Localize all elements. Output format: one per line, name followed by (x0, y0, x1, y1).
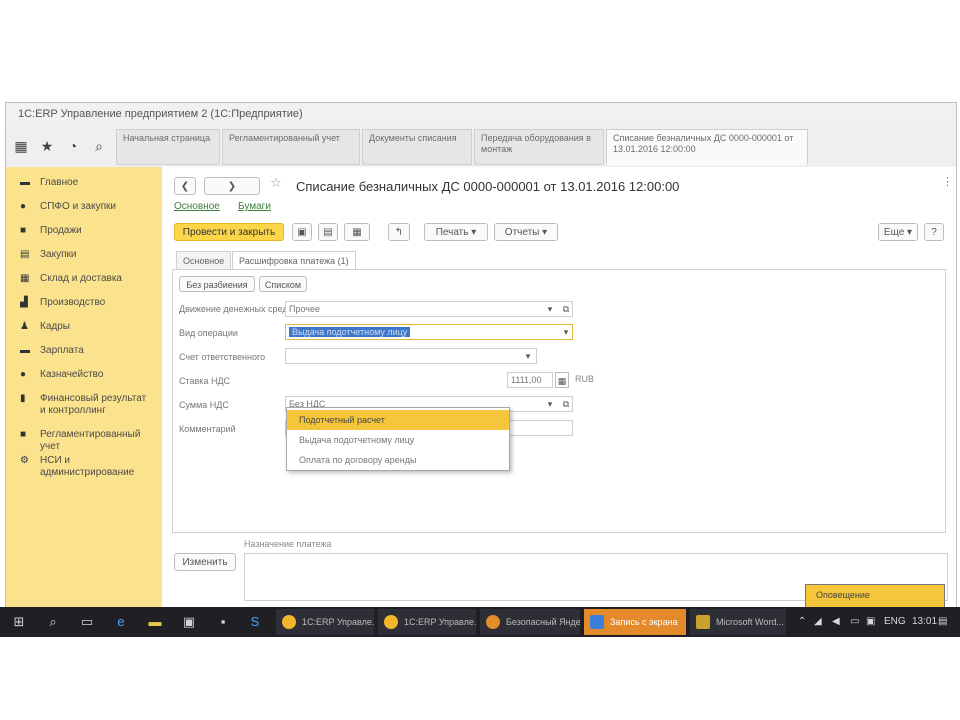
notification-icon[interactable]: ▭ (850, 613, 859, 631)
help-button[interactable]: ? (924, 223, 944, 241)
tax-sum-label: Сумма НДС (179, 400, 229, 410)
taskbar: ⊞ ⌕ ▭ e ▬ ▣ ▪ S 1С:ERP Управле... 1С:ERP… (0, 607, 960, 637)
calculator-icon[interactable]: ▦ (555, 372, 569, 388)
search-icon[interactable]: ⌕ (44, 613, 62, 631)
no-split-button[interactable]: Без разбиения (179, 276, 255, 292)
forward-button[interactable]: ❯ (204, 177, 260, 195)
network-icon[interactable]: ◢ (814, 613, 822, 631)
factory-icon: ▟ (20, 297, 28, 308)
operation-type-dropdown: Подотчетный расчет Выдача подотчетному л… (286, 407, 510, 471)
tax-rate-label: Ставка НДС (179, 376, 231, 386)
link-main[interactable]: Основное (174, 201, 220, 212)
search-icon[interactable]: ⌕ (90, 137, 108, 155)
related-docs-button[interactable]: ↰ (388, 223, 410, 241)
favorite-star-icon[interactable]: ☆ (270, 175, 282, 191)
currency-label: RUB (575, 374, 595, 384)
tab-home[interactable]: Начальная страница (116, 129, 220, 165)
payment-purpose-label: Назначение платежа (244, 539, 332, 549)
taskbar-app-browser[interactable]: Безопасный Яндекс... (480, 609, 580, 635)
menu-icon: ▬ (20, 177, 30, 188)
tab-reg-accounting[interactable]: Регламентированный учет (222, 129, 360, 165)
box-icon: ▦ (20, 273, 30, 284)
app-icon[interactable]: ▪ (214, 613, 232, 631)
circle-icon: ● (20, 201, 27, 212)
cart-icon: ▤ (20, 249, 30, 260)
chevron-down-icon[interactable]: ▾ (559, 324, 573, 340)
language-indicator[interactable]: ENG (884, 613, 906, 631)
reports-button[interactable]: Отчеты ▾ (494, 223, 558, 241)
lock-icon: ■ (20, 225, 27, 236)
more-button[interactable]: Еще ▾ (878, 223, 918, 241)
taskbar-app-1c-2[interactable]: 1С:ERP Управле... (378, 609, 476, 635)
chevron-down-icon[interactable]: ▾ (543, 301, 557, 317)
sidebar: ▬ Главное ● СПФО и закупки ■ Продажи ▤ Закуп… (6, 167, 163, 609)
form-panel: Без разбиения Списком Движение денежных … (172, 269, 946, 533)
gear-icon: ⚙ (20, 455, 29, 466)
flow-label: Движение денежных средств (179, 304, 301, 314)
volume-icon[interactable]: ◀ (832, 613, 840, 631)
chart-icon: ▮ (20, 393, 26, 404)
tab-equipment-transfer[interactable]: Передача оборудования в монтаж (474, 129, 604, 165)
tray-app-icon[interactable]: ▣ (866, 613, 875, 631)
amount-field[interactable]: 1111,00 (507, 372, 553, 388)
save-button[interactable]: ▣ (292, 223, 312, 241)
windows-start-icon[interactable]: ⊞ (10, 613, 28, 631)
money-icon: ▬ (20, 345, 30, 356)
chevron-down-icon[interactable]: ▾ (521, 348, 535, 364)
post-and-close-button[interactable]: Провести и закрыть (174, 223, 284, 241)
person-icon: ♟ (20, 321, 29, 332)
open-icon[interactable]: ⧉ (559, 301, 573, 317)
window-title: 1С:ERP Управление предприятием 2 (1С:Пре… (18, 108, 303, 120)
star-icon[interactable]: ★ (38, 137, 56, 155)
coin-icon: ● (20, 369, 27, 380)
taskbar-app-word[interactable]: Microsoft Word... (690, 609, 786, 635)
print-button[interactable]: Печать ▾ (424, 223, 488, 241)
dropdown-option[interactable]: Выдача подотчетному лицу (287, 430, 509, 450)
book-icon: ■ (20, 429, 27, 440)
operation-type-field[interactable]: Выдача подотчетному лицу (285, 324, 573, 340)
list-button[interactable]: Списком (259, 276, 307, 292)
post-button[interactable]: ▤ (318, 223, 338, 241)
edge-browser-icon[interactable]: e (112, 613, 130, 631)
tab-current-document[interactable]: Списание безналичных ДС 0000-000001 от 1… (606, 129, 808, 165)
flow-field[interactable]: Прочее (285, 301, 573, 317)
dropdown-option[interactable]: Подотчетный расчет (287, 410, 509, 430)
chevron-down-icon[interactable]: ▾ (543, 396, 557, 412)
tab-payment-details[interactable]: Расшифровка платежа (1) (232, 251, 356, 269)
tab-main[interactable]: Основное (176, 251, 232, 269)
skype-icon[interactable]: S (246, 613, 264, 631)
create-based-button[interactable]: ▦ (344, 223, 370, 241)
page-title: Списание безналичных ДС 0000-000001 от 1… (296, 179, 680, 194)
top-toolbar: ▦ ★ ◔ ⌕ Начальная страница Регламентиров… (6, 125, 956, 168)
task-view-icon[interactable]: ▭ (78, 613, 96, 631)
file-explorer-icon[interactable]: ▬ (146, 613, 164, 631)
app-window: 1С:ERP Управление предприятием 2 (1С:Пре… (5, 102, 957, 610)
dropdown-option[interactable]: Оплата по договору аренды (287, 450, 509, 470)
history-icon[interactable]: ◔ (64, 137, 82, 155)
document-form: ❮ ❯ ☆ Списание безналичных ДС 0000-00000… (162, 167, 956, 609)
taskbar-app-1c-1[interactable]: 1С:ERP Управле... (276, 609, 374, 635)
open-icon[interactable]: ⧉ (559, 396, 573, 412)
taskbar-app-recorder[interactable]: Запись с экрана (584, 609, 686, 635)
back-button[interactable]: ❮ (174, 177, 196, 195)
store-icon[interactable]: ▣ (180, 613, 198, 631)
operation-type-label: Вид операции (179, 328, 238, 338)
link-papers[interactable]: Бумаги (238, 201, 271, 212)
tray-chevron-icon[interactable]: ⌃ (798, 613, 806, 631)
responsible-account-field[interactable] (285, 348, 537, 364)
title-bar: 1С:ERP Управление предприятием 2 (1С:Пре… (6, 103, 956, 126)
comment-label: Комментарий (179, 424, 236, 434)
responsible-account-label: Счет ответственного (179, 352, 266, 362)
more-icon[interactable]: ⋮ (942, 175, 953, 188)
grid-icon[interactable]: ▦ (12, 137, 30, 155)
action-center-icon[interactable]: ▤ (938, 613, 947, 631)
tab-writeoff-docs[interactable]: Документы списания (362, 129, 472, 165)
change-button[interactable]: Изменить (174, 553, 236, 571)
clock[interactable]: 13:01 (912, 613, 937, 631)
